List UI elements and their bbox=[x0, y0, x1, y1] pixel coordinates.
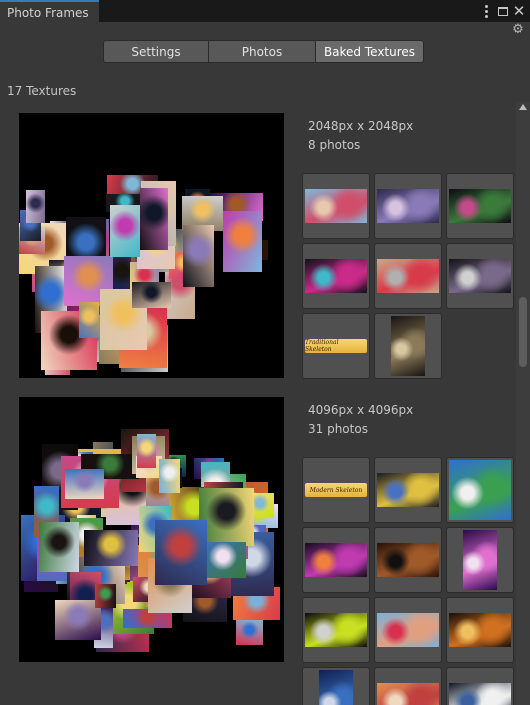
photo-thumbnail-grid: Modern Skeleton bbox=[302, 457, 516, 705]
photo-thumbnail[interactable] bbox=[446, 527, 514, 593]
photo-thumbnail[interactable] bbox=[374, 527, 442, 593]
tab-photos[interactable]: Photos bbox=[209, 40, 316, 63]
maximize-icon[interactable] bbox=[495, 2, 511, 20]
tab-baked-textures[interactable]: Baked Textures bbox=[316, 40, 424, 63]
atlas-photo bbox=[132, 282, 171, 308]
photo-image bbox=[377, 473, 439, 507]
atlas-photo bbox=[159, 459, 180, 493]
atlas-photo bbox=[236, 620, 263, 645]
photo-image bbox=[449, 259, 511, 293]
photo-thumbnail[interactable] bbox=[302, 667, 370, 705]
photo-caption: Modern Skeleton bbox=[309, 486, 363, 494]
photo-thumbnail[interactable] bbox=[446, 243, 514, 309]
photo-thumbnail[interactable] bbox=[374, 457, 442, 523]
atlas-photo bbox=[137, 434, 156, 468]
photo-image: Traditional Skeleton bbox=[305, 339, 367, 353]
texture-atlas-preview[interactable] bbox=[19, 397, 284, 662]
window-tab[interactable]: Photo Frames bbox=[0, 0, 99, 22]
photo-thumbnail[interactable] bbox=[446, 667, 514, 705]
gear-icon[interactable]: ⚙ bbox=[511, 23, 525, 37]
window-title: Photo Frames bbox=[7, 6, 89, 20]
photo-thumbnail[interactable] bbox=[446, 597, 514, 663]
photo-image bbox=[305, 543, 367, 577]
atlas-photo bbox=[84, 530, 138, 566]
photo-thumbnail[interactable] bbox=[302, 597, 370, 663]
photo-image bbox=[305, 613, 367, 647]
photo-image bbox=[377, 259, 439, 293]
photo-thumbnail[interactable] bbox=[374, 313, 442, 379]
title-bar: Photo Frames ✕ bbox=[0, 0, 530, 22]
photo-image: Modern Skeleton bbox=[305, 483, 367, 497]
atlas-photo bbox=[26, 190, 45, 223]
photo-image bbox=[449, 613, 511, 647]
atlas-photo bbox=[79, 302, 99, 338]
scroll-up-arrow-icon[interactable] bbox=[519, 104, 527, 110]
photo-thumbnail[interactable] bbox=[302, 173, 370, 239]
photo-thumbnail[interactable] bbox=[374, 173, 442, 239]
atlas-photo bbox=[140, 188, 168, 250]
photo-image bbox=[305, 189, 367, 223]
texture-size: 2048px x 2048px bbox=[308, 119, 414, 133]
photo-image bbox=[305, 259, 367, 293]
close-icon[interactable]: ✕ bbox=[511, 2, 527, 20]
texture-count: 17 Textures bbox=[7, 84, 77, 98]
tab-settings[interactable]: Settings bbox=[103, 40, 209, 63]
photo-image bbox=[449, 189, 511, 223]
atlas-photo bbox=[155, 520, 207, 585]
photo-image bbox=[463, 530, 497, 590]
photo-thumbnail[interactable] bbox=[446, 457, 514, 523]
photo-thumbnail-grid: Traditional Skeleton bbox=[302, 173, 516, 379]
vertical-scrollbar[interactable] bbox=[516, 102, 530, 705]
photo-thumbnail[interactable]: Modern Skeleton bbox=[302, 457, 370, 523]
atlas-photo bbox=[39, 522, 79, 572]
photo-thumbnail[interactable] bbox=[374, 597, 442, 663]
photo-thumbnail[interactable] bbox=[446, 173, 514, 239]
atlas-photo bbox=[183, 225, 214, 287]
atlas-photo bbox=[65, 469, 104, 499]
texture-list[interactable]: 2048px x 2048px 8 photos Traditional Ske… bbox=[0, 102, 516, 705]
atlas-photo bbox=[110, 205, 140, 257]
texture-size: 4096px x 4096px bbox=[308, 403, 414, 417]
photo-caption: Traditional Skeleton bbox=[305, 339, 339, 353]
photo-image bbox=[377, 683, 439, 705]
photo-image bbox=[449, 460, 511, 520]
scrollbar-thumb[interactable] bbox=[519, 297, 527, 367]
view-toolbar: Settings Photos Baked Textures bbox=[103, 40, 424, 63]
photo-image bbox=[319, 670, 353, 705]
photo-image bbox=[377, 543, 439, 577]
atlas-photo bbox=[199, 488, 254, 546]
texture-atlas-preview[interactable] bbox=[19, 113, 284, 378]
texture-photo-count: 8 photos bbox=[308, 138, 361, 152]
photo-thumbnail[interactable] bbox=[302, 527, 370, 593]
texture-photo-count: 31 photos bbox=[308, 422, 368, 436]
photo-image bbox=[391, 316, 425, 376]
atlas-photo bbox=[223, 211, 262, 272]
atlas-photo bbox=[95, 584, 116, 608]
photo-thumbnail[interactable] bbox=[374, 243, 442, 309]
photo-thumbnail[interactable]: Traditional Skeleton bbox=[302, 313, 370, 379]
photo-thumbnail[interactable] bbox=[302, 243, 370, 309]
photo-image bbox=[377, 613, 439, 647]
more-options-icon[interactable] bbox=[478, 2, 494, 20]
photo-image bbox=[449, 683, 511, 705]
photo-image bbox=[377, 189, 439, 223]
photo-thumbnail[interactable] bbox=[374, 667, 442, 705]
